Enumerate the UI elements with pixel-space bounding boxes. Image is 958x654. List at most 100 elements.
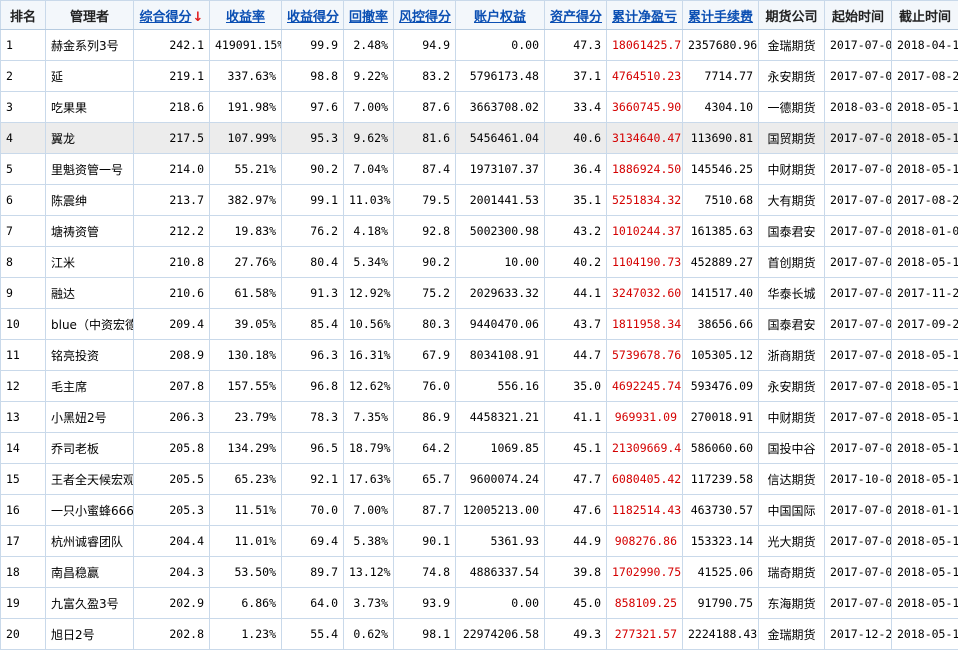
header-broker: 期货公司	[758, 0, 825, 30]
cell-drawdown: 12.62%	[343, 370, 394, 402]
table-row[interactable]: 1 赫金系列3号 242.1 419091.15% 99.9 2.48% 94.9 0.00 4…	[0, 29, 958, 61]
cell-asset-score: 44.1	[544, 277, 607, 309]
cell-start: 2017-07-03	[824, 432, 892, 464]
cell-drawdown: 4.18%	[343, 215, 394, 247]
cell-manager[interactable]: 铭亮投资	[45, 339, 134, 371]
table-row[interactable]: 12 毛主席 207.8 157.55% 96.8 12.62% 76.0 556.16 35.…	[0, 370, 958, 402]
cell-return-score: 64.0	[281, 587, 344, 619]
table-row[interactable]: 19 九富久盈3号 202.9 6.86% 64.0 3.73% 93.9 0.00 45.0 8…	[0, 587, 958, 619]
cell-manager[interactable]: 融达	[45, 277, 134, 309]
table-row[interactable]: 13 小黑妞2号 206.3 23.79% 78.3 7.35% 86.9 4458321.2…	[0, 401, 958, 433]
cell-drawdown: 12.92%	[343, 277, 394, 309]
cell-end: 2018-05-17	[891, 339, 958, 371]
cell-manager[interactable]: 江米	[45, 246, 134, 278]
cell-start: 2018-03-06	[824, 91, 892, 123]
cell-manager[interactable]: 南昌稳赢	[45, 556, 134, 588]
cell-manager[interactable]: 乔司老板	[45, 432, 134, 464]
table-row[interactable]: 14 乔司老板 205.8 134.29% 96.5 18.79% 64.2 1069.85 4…	[0, 432, 958, 464]
table-row[interactable]: 5 里魁资管一号 214.0 55.21% 90.2 7.04% 87.4 1973107.3…	[0, 153, 958, 185]
cell-equity: 5002300.98	[455, 215, 545, 247]
cell-rank: 10	[0, 308, 46, 340]
table-row[interactable]: 20 旭日2号 202.8 1.23% 55.4 0.62% 98.1 22974206.58…	[0, 618, 958, 650]
cell-return-rate: 191.98%	[209, 91, 282, 123]
cell-return-rate: 130.18%	[209, 339, 282, 371]
table-row[interactable]: 8 江米 210.8 27.76% 80.4 5.34% 90.2 10.00 40.2 1104…	[0, 246, 958, 278]
cell-manager[interactable]: 里魁资管一号	[45, 153, 134, 185]
cell-cum-pnl: 969931.09	[606, 401, 683, 433]
cell-return-score: 91.3	[281, 277, 344, 309]
cell-cum-pnl: 277321.57	[606, 618, 683, 650]
table-row[interactable]: 9 融达 210.6 61.58% 91.3 12.92% 75.2 2029633.32 44…	[0, 277, 958, 309]
cell-score: 205.8	[133, 432, 210, 464]
cell-broker: 华泰长城	[758, 277, 825, 309]
header-return-score[interactable]: 收益得分	[281, 0, 344, 30]
cell-return-score: 76.2	[281, 215, 344, 247]
cell-broker: 国投中谷	[758, 432, 825, 464]
cell-asset-score: 47.7	[544, 463, 607, 495]
cell-start: 2017-07-03	[824, 246, 892, 278]
cell-drawdown: 9.22%	[343, 60, 394, 92]
cell-start: 2017-07-03	[824, 29, 892, 61]
cell-risk-score: 67.9	[393, 339, 456, 371]
cell-score: 205.5	[133, 463, 210, 495]
cell-score: 204.4	[133, 525, 210, 557]
table-row[interactable]: 6 陈震绅 213.7 382.97% 99.1 11.03% 79.5 2001441.53…	[0, 184, 958, 216]
cell-manager[interactable]: 九富久盈3号	[45, 587, 134, 619]
table-row[interactable]: 18 南昌稳赢 204.3 53.50% 89.7 13.12% 74.8 4886337.5…	[0, 556, 958, 588]
cell-score: 209.4	[133, 308, 210, 340]
cell-rank: 2	[0, 60, 46, 92]
table-row[interactable]: 2 延 219.1 337.63% 98.8 9.22% 83.2 5796173.48 37.…	[0, 60, 958, 92]
header-score[interactable]: 综合得分↓	[133, 0, 210, 30]
table-row[interactable]: 17 杭州诚睿团队 204.4 11.01% 69.4 5.38% 90.1 5361.93 4…	[0, 525, 958, 557]
table-row[interactable]: 4 翼龙 217.5 107.99% 95.3 9.62% 81.6 5456461.04 40…	[0, 122, 958, 154]
cell-score: 218.6	[133, 91, 210, 123]
cell-return-rate: 27.76%	[209, 246, 282, 278]
header-drawdown[interactable]: 回撤率	[343, 0, 394, 30]
cell-manager[interactable]: 赫金系列3号	[45, 29, 134, 61]
header-cum-fee[interactable]: 累计手续费	[682, 0, 759, 30]
cell-return-rate: 11.51%	[209, 494, 282, 526]
table-row[interactable]: 10 blue（中资宏德 209.4 39.05% 85.4 10.56% 80.3 9440…	[0, 308, 958, 340]
table-row[interactable]: 15 王者全天候宏观 205.5 65.23% 92.1 17.63% 65.7 960007…	[0, 463, 958, 495]
cell-manager[interactable]: 塘祷资管	[45, 215, 134, 247]
header-cum-pnl[interactable]: 累计净盈亏	[606, 0, 683, 30]
cell-return-rate: 39.05%	[209, 308, 282, 340]
table-row[interactable]: 7 塘祷资管 212.2 19.83% 76.2 4.18% 92.8 5002300.98 4…	[0, 215, 958, 247]
cell-drawdown: 11.03%	[343, 184, 394, 216]
header-equity[interactable]: 账户权益	[455, 0, 545, 30]
table-row[interactable]: 11 铭亮投资 208.9 130.18% 96.3 16.31% 67.9 8034108.…	[0, 339, 958, 371]
header-risk-score[interactable]: 风控得分	[393, 0, 456, 30]
header-rank: 排名	[0, 0, 46, 30]
cell-cum-fee: 41525.06	[682, 556, 759, 588]
cell-manager[interactable]: 延	[45, 60, 134, 92]
cell-cum-fee: 91790.75	[682, 587, 759, 619]
cell-return-score: 98.8	[281, 60, 344, 92]
header-return-rate[interactable]: 收益率	[209, 0, 282, 30]
cell-asset-score: 47.3	[544, 29, 607, 61]
cell-score: 213.7	[133, 184, 210, 216]
cell-manager[interactable]: 杭州诚睿团队	[45, 525, 134, 557]
cell-return-rate: 55.21%	[209, 153, 282, 185]
cell-manager[interactable]: 毛主席	[45, 370, 134, 402]
ranking-table: 排名 管理者 综合得分↓ 收益率 收益得分 回撤率 风控得分 账户权益 资产得分…	[0, 0, 958, 650]
cell-end: 2018-01-03	[891, 215, 958, 247]
cell-return-score: 89.7	[281, 556, 344, 588]
table-row[interactable]: 16 一只小蜜蜂666 205.3 11.51% 70.0 7.00% 87.7 120052…	[0, 494, 958, 526]
header-asset-score[interactable]: 资产得分	[544, 0, 607, 30]
cell-asset-score: 43.7	[544, 308, 607, 340]
cell-manager[interactable]: 王者全天候宏观	[45, 463, 134, 495]
cell-return-rate: 337.63%	[209, 60, 282, 92]
cell-broker: 中财期货	[758, 401, 825, 433]
cell-manager[interactable]: 陈震绅	[45, 184, 134, 216]
cell-manager[interactable]: 旭日2号	[45, 618, 134, 650]
cell-manager[interactable]: 小黑妞2号	[45, 401, 134, 433]
cell-end: 2018-05-17	[891, 618, 958, 650]
cell-manager[interactable]: blue（中资宏德	[45, 308, 134, 340]
cell-risk-score: 83.2	[393, 60, 456, 92]
cell-manager[interactable]: 吃果果	[45, 91, 134, 123]
cell-manager[interactable]: 一只小蜜蜂666	[45, 494, 134, 526]
cell-manager[interactable]: 翼龙	[45, 122, 134, 154]
cell-drawdown: 13.12%	[343, 556, 394, 588]
table-row[interactable]: 3 吃果果 218.6 191.98% 97.6 7.00% 87.6 3663708.02 3…	[0, 91, 958, 123]
cell-equity: 8034108.91	[455, 339, 545, 371]
